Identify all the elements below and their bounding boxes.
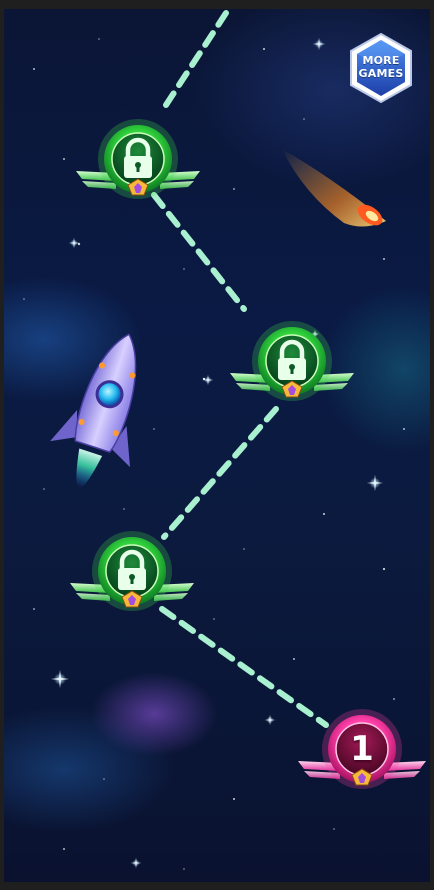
lock-icon [278, 339, 306, 380]
comet [282, 149, 386, 227]
level-locked-button[interactable] [92, 531, 172, 611]
lock-icon [124, 137, 152, 178]
level-map: MORE GAMES 1 [4, 9, 430, 882]
level-locked-button[interactable] [98, 119, 178, 199]
window-frame: MORE GAMES 1 [0, 0, 434, 890]
level-1-number: 1 [350, 729, 374, 769]
more-games-label-line1: MORE [362, 54, 400, 67]
lock-icon [118, 549, 146, 590]
more-games-button[interactable]: MORE GAMES [348, 32, 414, 104]
more-games-label: MORE GAMES [348, 54, 414, 80]
level-1-button[interactable]: 1 [322, 709, 402, 789]
more-games-label-line2: GAMES [358, 67, 404, 80]
rocket [50, 333, 137, 488]
level-locked-button[interactable] [252, 321, 332, 401]
